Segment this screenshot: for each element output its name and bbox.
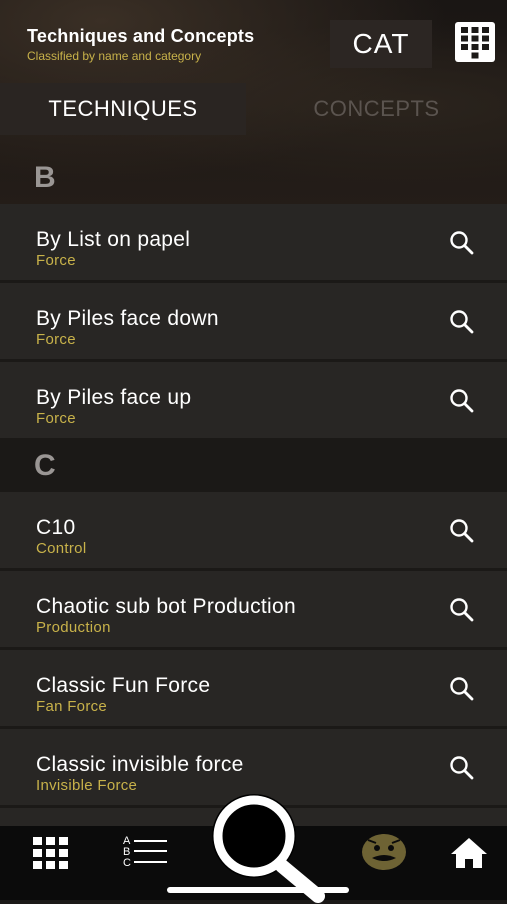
keypad-icon <box>461 27 489 59</box>
list-item[interactable]: By Piles face down Force <box>0 283 507 359</box>
item-name: By Piles face up <box>36 386 192 409</box>
list-item[interactable]: Classic Fun Force Fan Force <box>0 650 507 726</box>
item-name: Chaotic sub bot Production <box>36 595 296 618</box>
home-icon[interactable] <box>449 836 489 870</box>
item-category: Invisible Force <box>36 777 138 794</box>
item-name: By Piles face down <box>36 307 219 330</box>
item-category: Production <box>36 619 111 636</box>
magician-face-icon[interactable] <box>358 830 410 872</box>
item-category: Force <box>36 410 76 427</box>
page-title: Techniques and Concepts <box>27 26 255 46</box>
page-subtitle: Classified by name and category <box>27 49 202 63</box>
tab-bar: TECHNIQUES CONCEPTS <box>0 83 507 135</box>
item-name: Classic Fun Force <box>36 674 211 697</box>
grid-view-button[interactable] <box>455 22 495 62</box>
search-icon[interactable] <box>449 230 475 256</box>
tab-techniques[interactable]: TECHNIQUES <box>0 83 246 135</box>
item-category: Fan Force <box>36 698 108 715</box>
list-item[interactable]: By List on papel Force <box>0 204 507 280</box>
item-name: C10 <box>36 516 76 539</box>
search-icon[interactable] <box>449 676 475 702</box>
search-icon[interactable] <box>449 388 475 414</box>
tab-concepts[interactable]: CONCEPTS <box>246 83 507 135</box>
list-item[interactable]: By Piles face up Force <box>0 362 507 438</box>
item-name: By List on papel <box>36 228 191 251</box>
search-icon[interactable] <box>449 597 475 623</box>
abc-list-icon[interactable]: ABC <box>122 834 168 870</box>
grid-icon[interactable] <box>32 836 70 870</box>
svg-text:C: C <box>123 857 131 869</box>
list-item[interactable]: Chaotic sub bot Production Production <box>0 571 507 647</box>
item-category: Force <box>36 331 76 348</box>
search-icon[interactable] <box>449 755 475 781</box>
section-header-b: B <box>34 161 56 194</box>
category-button[interactable]: CAT <box>330 20 432 68</box>
item-name: Classic invisible force <box>36 753 244 776</box>
search-icon[interactable] <box>449 309 475 335</box>
item-category: Force <box>36 252 76 269</box>
list-item[interactable]: C10 Control <box>0 492 507 568</box>
item-category: Control <box>36 540 87 557</box>
section-header-c: C <box>34 449 56 482</box>
app-header: Techniques and Concepts Classified by na… <box>0 0 507 82</box>
search-icon[interactable] <box>449 518 475 544</box>
home-indicator <box>167 887 349 893</box>
